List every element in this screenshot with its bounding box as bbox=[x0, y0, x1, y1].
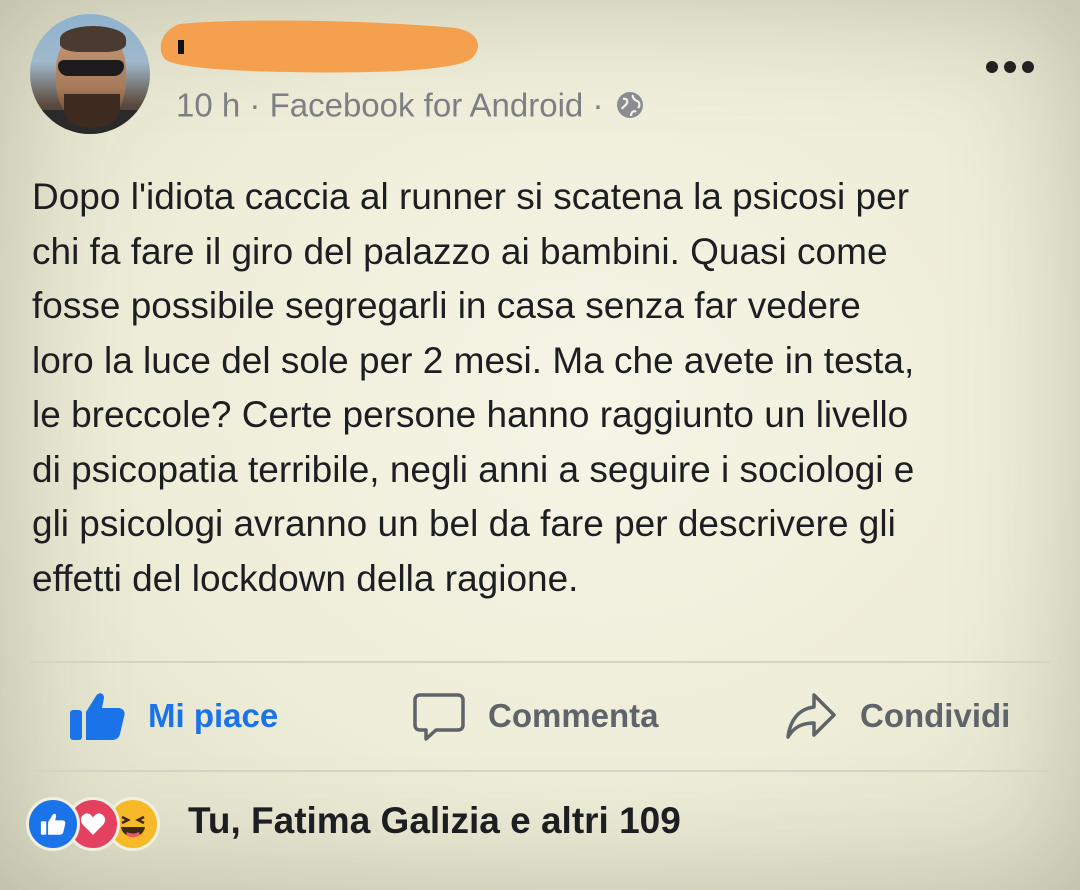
meta-separator: · bbox=[592, 86, 604, 124]
comment-icon bbox=[413, 693, 465, 741]
more-options-icon[interactable] bbox=[986, 56, 1042, 78]
reaction-icons[interactable] bbox=[26, 797, 160, 851]
meta-separator: · bbox=[249, 86, 261, 124]
like-icon bbox=[26, 797, 80, 851]
like-button[interactable]: Mi piace bbox=[68, 686, 278, 746]
post-text: Dopo l'idiota caccia al runner si scaten… bbox=[32, 176, 915, 599]
comment-label: Commenta bbox=[488, 697, 659, 734]
share-button[interactable]: Condividi bbox=[784, 686, 1010, 746]
divider-bottom bbox=[30, 770, 1050, 772]
comment-button[interactable]: Commenta bbox=[412, 686, 659, 746]
globe-icon bbox=[616, 92, 643, 119]
post-meta: 10 h · Facebook for Android · bbox=[176, 84, 645, 124]
divider-top bbox=[30, 661, 1050, 663]
post-source: Facebook for Android bbox=[269, 86, 584, 124]
share-icon bbox=[786, 693, 836, 739]
author-name-redaction bbox=[160, 20, 479, 73]
avatar[interactable] bbox=[30, 14, 150, 134]
thumbs-up-icon bbox=[70, 693, 125, 740]
post-time[interactable]: 10 h bbox=[176, 86, 240, 123]
like-label: Mi piace bbox=[148, 697, 279, 734]
share-label: Condividi bbox=[860, 697, 1011, 734]
reactions-summary[interactable]: Tu, Fatima Galizia e altri 109 bbox=[188, 800, 681, 842]
